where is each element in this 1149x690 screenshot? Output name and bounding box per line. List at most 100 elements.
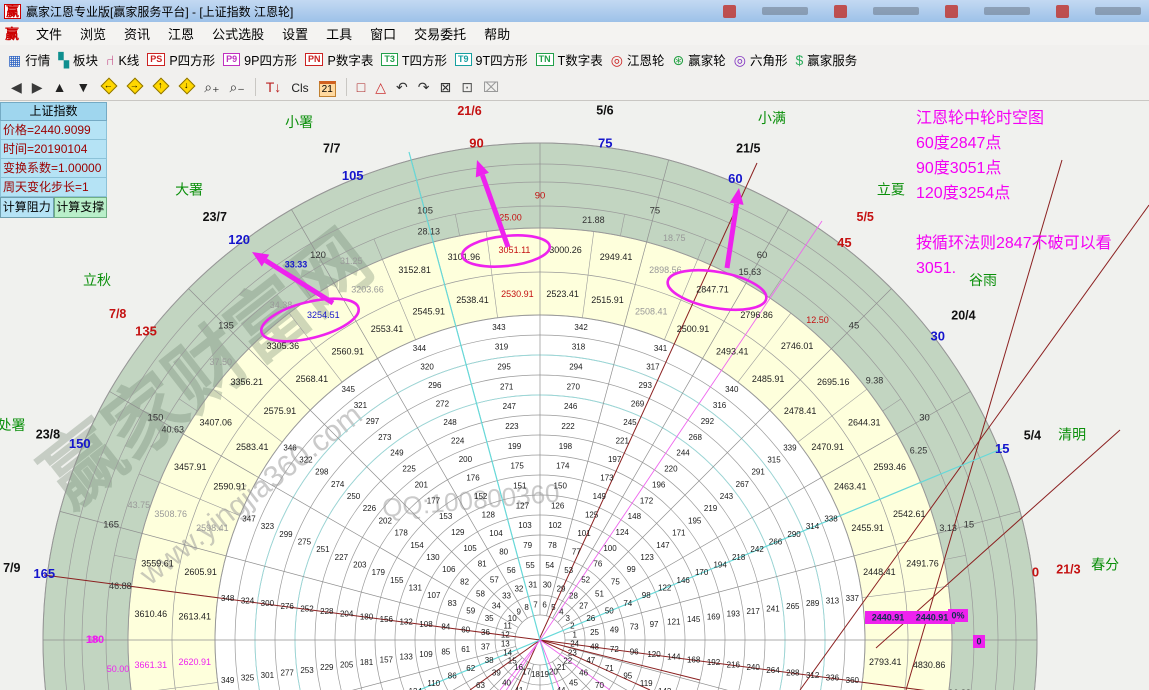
svg-text:174: 174 [556, 462, 570, 471]
svg-text:246: 246 [564, 402, 578, 411]
svg-text:2575.91: 2575.91 [264, 406, 297, 416]
svg-text:146: 146 [677, 576, 691, 585]
expand-button[interactable]: ⊠ [440, 78, 452, 96]
rotate-cw-button[interactable]: ↷ [418, 78, 430, 96]
rotate-up-button[interactable]: ▲ [53, 78, 67, 96]
back-button[interactable]: ◀ [11, 78, 22, 96]
shrink-button[interactable]: ⊡ [461, 78, 473, 96]
svg-text:294: 294 [569, 362, 583, 371]
svg-text:99: 99 [627, 565, 636, 574]
svg-text:275: 275 [298, 538, 312, 547]
toolbar-button-t-number-table[interactable]: TNT数字表 [536, 50, 603, 69]
svg-text:56: 56 [507, 566, 516, 575]
svg-text:109: 109 [419, 650, 433, 659]
calc-support-button[interactable]: 计算支撑 [54, 197, 108, 218]
svg-text:2478.41: 2478.41 [784, 406, 817, 416]
pan-down-button[interactable]: ↓ [178, 77, 194, 97]
menu-item-help[interactable]: 帮助 [475, 25, 519, 44]
menu-item-formula-stock-pick[interactable]: 公式选股 [203, 25, 273, 44]
svg-text:2568.41: 2568.41 [296, 374, 329, 384]
svg-text:2508.41: 2508.41 [635, 307, 668, 317]
quotes-icon: ▦ [8, 53, 21, 67]
pan-left-button[interactable]: ← [100, 77, 116, 97]
zoom-out-button[interactable]: ⌕₋ [230, 78, 245, 96]
zoom-in-button[interactable]: ⌕₊ [204, 78, 219, 96]
svg-text:267: 267 [736, 480, 750, 489]
triangle-tool-button[interactable]: △ [375, 78, 386, 96]
menu-item-settings[interactable]: 设置 [273, 25, 317, 44]
toolbar-button-winner-wheel[interactable]: ⊛赢家轮 [672, 50, 725, 69]
svg-text:27: 27 [579, 602, 588, 611]
rotate-ccw-button[interactable]: ↶ [396, 78, 408, 96]
calendar-button[interactable]: 21 [319, 78, 336, 97]
toolbar-button-kline[interactable]: ⑁K线 [106, 50, 139, 69]
svg-text:85: 85 [441, 648, 450, 657]
svg-text:4: 4 [559, 607, 564, 616]
svg-text:272: 272 [436, 400, 450, 409]
toolbar-button-p-number-table[interactable]: PNP数字表 [305, 50, 373, 69]
svg-text:95: 95 [623, 671, 632, 680]
toolbar-button-sectors[interactable]: ▚板块 [58, 50, 98, 69]
svg-text:9: 9 [516, 607, 521, 616]
svg-text:266: 266 [769, 538, 783, 547]
svg-text:2949.41: 2949.41 [600, 252, 633, 262]
toolbar-button-t-square[interactable]: T3T四方形 [381, 50, 447, 69]
svg-text:128: 128 [482, 510, 496, 519]
svg-text:3203.66: 3203.66 [351, 285, 384, 295]
svg-text:150: 150 [148, 413, 164, 424]
menu-item-tools[interactable]: 工具 [317, 25, 361, 44]
svg-text:248: 248 [443, 418, 457, 427]
menu-item-browse[interactable]: 浏览 [71, 25, 115, 44]
menu-item-news[interactable]: 资讯 [115, 25, 159, 44]
toolbar-button-9p-square[interactable]: P99P四方形 [223, 50, 297, 69]
rotate-down-button[interactable]: ▼ [76, 78, 90, 96]
menu-item-gann[interactable]: 江恩 [159, 25, 203, 44]
svg-text:79: 79 [523, 541, 532, 550]
cls-button[interactable]: Cls [291, 78, 308, 97]
svg-text:171: 171 [672, 529, 686, 538]
svg-text:124: 124 [616, 528, 630, 537]
svg-text:2793.41: 2793.41 [869, 657, 902, 667]
svg-text:198: 198 [559, 442, 573, 451]
toolbar-button-hexagon[interactable]: ◎六角形 [734, 50, 788, 69]
menu-item-window[interactable]: 窗口 [361, 25, 405, 44]
toolbar-button-winner-service[interactable]: $赢家服务 [795, 50, 857, 69]
svg-text:2515.91: 2515.91 [591, 295, 624, 305]
svg-text:2605.91: 2605.91 [184, 567, 217, 577]
svg-text:大署: 大署 [175, 182, 203, 198]
svg-text:291: 291 [751, 468, 765, 477]
time-row: 时间=20190104 [0, 140, 107, 159]
svg-text:197: 197 [608, 455, 622, 464]
menu-item-trade-order[interactable]: 交易委托 [405, 25, 475, 44]
svg-text:6.25: 6.25 [910, 446, 928, 456]
rect-tool-button[interactable]: □ [357, 78, 365, 96]
svg-text:45: 45 [837, 235, 851, 250]
svg-text:34: 34 [492, 602, 501, 611]
menu-item-file[interactable]: 文件 [27, 25, 71, 44]
toolbar-button-quotes[interactable]: ▦行情 [8, 50, 50, 69]
gann-wheel-chart[interactable]: 赢家财富网www.yingjia360.comQQ:10080036012345… [0, 0, 1149, 690]
pan-right-button[interactable]: → [126, 77, 142, 97]
calc-resistance-button[interactable]: 计算阻力 [0, 197, 54, 218]
svg-text:132: 132 [399, 617, 413, 626]
svg-text:360: 360 [846, 676, 860, 685]
svg-text:0%: 0% [951, 610, 964, 620]
toolbar-button-p-square[interactable]: PSP四方形 [147, 50, 215, 69]
annotation-line: 120度3254点 [916, 181, 1148, 206]
svg-text:348: 348 [221, 594, 235, 603]
screen-button[interactable]: ⌧ [483, 78, 499, 96]
toolbar-button-9t-square[interactable]: T99T四方形 [455, 50, 528, 69]
toolbar-button-gann-wheel[interactable]: ◎江恩轮 [611, 50, 665, 69]
9t-square-label: 9T四方形 [476, 50, 528, 69]
svg-text:103: 103 [518, 521, 532, 530]
annotation-line: 江恩轮中轮时空图 [916, 106, 1148, 131]
svg-text:149: 149 [593, 492, 607, 501]
screen-icon: ⌧ [483, 79, 499, 95]
svg-text:2455.91: 2455.91 [851, 523, 884, 533]
svg-text:172: 172 [640, 496, 654, 505]
pan-up-button[interactable]: ↑ [152, 77, 168, 97]
sort-button[interactable]: T↓ [266, 78, 282, 96]
svg-text:5/4: 5/4 [1024, 428, 1041, 442]
forward-button[interactable]: ▶ [32, 78, 43, 96]
svg-text:264: 264 [766, 666, 780, 675]
